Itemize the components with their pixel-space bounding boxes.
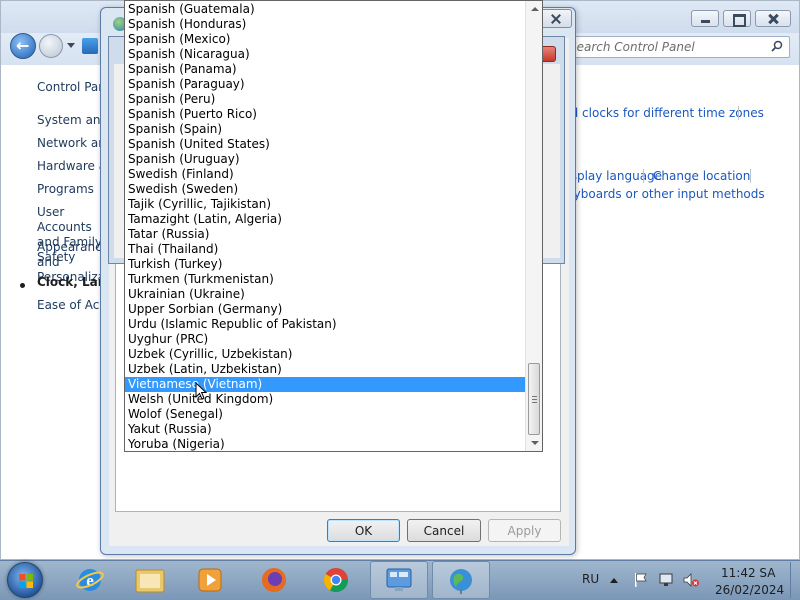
- dropdown-item[interactable]: Welsh (United Kingdom): [125, 392, 526, 407]
- firefox-icon[interactable]: [254, 563, 294, 597]
- network-icon[interactable]: [654, 563, 680, 597]
- dialog-close-button[interactable]: [540, 9, 572, 28]
- dropdown-item[interactable]: Spanish (United States): [125, 137, 526, 152]
- dropdown-scrollbar[interactable]: [525, 1, 542, 451]
- forward-arrow-icon[interactable]: [39, 34, 63, 58]
- clock-date[interactable]: 26/02/2024: [715, 583, 784, 597]
- dropdown-item[interactable]: Spanish (Nicaragua): [125, 47, 526, 62]
- scroll-grip-icon: [532, 396, 537, 403]
- internet-explorer-icon[interactable]: e: [70, 563, 110, 597]
- dropdown-item[interactable]: Tajik (Cyrillic, Tajikistan): [125, 197, 526, 212]
- change-location-link[interactable]: Change location: [653, 169, 750, 183]
- dropdown-item[interactable]: Upper Sorbian (Germany): [125, 302, 526, 317]
- dropdown-item[interactable]: Spanish (Peru): [125, 92, 526, 107]
- dropdown-item[interactable]: Ukrainian (Ukraine): [125, 287, 526, 302]
- ok-button[interactable]: OK: [327, 519, 400, 542]
- back-arrow-icon[interactable]: [10, 33, 36, 59]
- cancel-button[interactable]: Cancel: [407, 519, 481, 542]
- dropdown-item[interactable]: Spanish (Uruguay): [125, 152, 526, 167]
- dropdown-item[interactable]: Tatar (Russia): [125, 227, 526, 242]
- dropdown-item[interactable]: Thai (Thailand): [125, 242, 526, 257]
- action-center-flag-icon[interactable]: [628, 563, 654, 597]
- window-controls: [691, 10, 791, 27]
- dropdown-items: Spanish (Guatemala) Spanish (Honduras) Spa…: [125, 2, 526, 451]
- show-desktop-button[interactable]: [790, 562, 791, 598]
- dropdown-item[interactable]: Spanish (Guatemala): [125, 2, 526, 17]
- dropdown-item[interactable]: Swedish (Sweden): [125, 182, 526, 197]
- scroll-down-icon[interactable]: [531, 441, 539, 445]
- dropdown-item[interactable]: Turkish (Turkey): [125, 257, 526, 272]
- media-player-icon[interactable]: [190, 563, 230, 597]
- dropdown-item[interactable]: Spanish (Mexico): [125, 32, 526, 47]
- dropdown-item[interactable]: Spanish (Spain): [125, 122, 526, 137]
- dropdown-item[interactable]: Spanish (Puerto Rico): [125, 107, 526, 122]
- windows-flag-icon: [19, 574, 33, 588]
- dropdown-item[interactable]: Uzbek (Cyrillic, Uzbekistan): [125, 347, 526, 362]
- dropdown-item[interactable]: Swedish (Finland): [125, 167, 526, 182]
- language-dropdown-list[interactable]: Spanish (Guatemala) Spanish (Honduras) Spa…: [124, 0, 543, 452]
- apply-button[interactable]: Apply: [488, 519, 561, 542]
- mouse-pointer-icon: [195, 382, 207, 400]
- dropdown-item[interactable]: Spanish (Paraguay): [125, 77, 526, 92]
- volume-muted-icon[interactable]: [678, 563, 704, 597]
- windows-explorer-icon[interactable]: [130, 563, 170, 597]
- sidebar-item-programs[interactable]: Programs: [37, 182, 94, 197]
- control-panel-icon: [379, 563, 419, 597]
- start-orb-icon[interactable]: [7, 562, 43, 598]
- link-separator: [643, 169, 644, 183]
- maximize-button[interactable]: [723, 10, 751, 27]
- dropdown-item[interactable]: Spanish (Honduras): [125, 17, 526, 32]
- input-language-indicator[interactable]: RU: [582, 572, 599, 586]
- region-language-icon: [441, 563, 481, 597]
- chrome-icon[interactable]: [316, 563, 356, 597]
- minimize-button[interactable]: [691, 10, 719, 27]
- search-input[interactable]: Search Control Panel: [560, 36, 790, 58]
- close-button[interactable]: [755, 10, 791, 27]
- add-clocks-link[interactable]: Add clocks for different time zones: [555, 106, 764, 120]
- search-placeholder: Search Control Panel: [569, 40, 695, 54]
- link-separator: [750, 169, 751, 183]
- dropdown-item[interactable]: Yoruba (Nigeria): [125, 437, 526, 451]
- recent-pages-dropdown-icon[interactable]: [67, 43, 75, 48]
- dropdown-item-selected[interactable]: Vietnamese (Vietnam): [125, 377, 526, 392]
- clock-time[interactable]: 11:42 SA: [721, 566, 775, 580]
- dropdown-item[interactable]: Urdu (Islamic Republic of Pakistan): [125, 317, 526, 332]
- link-separator: [738, 106, 739, 120]
- search-icon[interactable]: [771, 40, 783, 52]
- dropdown-item[interactable]: Wolof (Senegal): [125, 407, 526, 422]
- dropdown-item[interactable]: Tamazight (Latin, Algeria): [125, 212, 526, 227]
- current-item-bullet: [20, 283, 25, 288]
- scroll-thumb[interactable]: [528, 363, 540, 435]
- dropdown-item[interactable]: Turkmen (Turkmenistan): [125, 272, 526, 287]
- dropdown-item[interactable]: Yakut (Russia): [125, 422, 526, 437]
- scroll-up-icon[interactable]: [531, 7, 539, 11]
- dropdown-item[interactable]: Uzbek (Latin, Uzbekistan): [125, 362, 526, 377]
- dropdown-item[interactable]: Uyghur (PRC): [125, 332, 526, 347]
- control-panel-icon: [82, 38, 98, 54]
- dropdown-item[interactable]: Spanish (Panama): [125, 62, 526, 77]
- show-hidden-icons-icon[interactable]: [602, 563, 626, 597]
